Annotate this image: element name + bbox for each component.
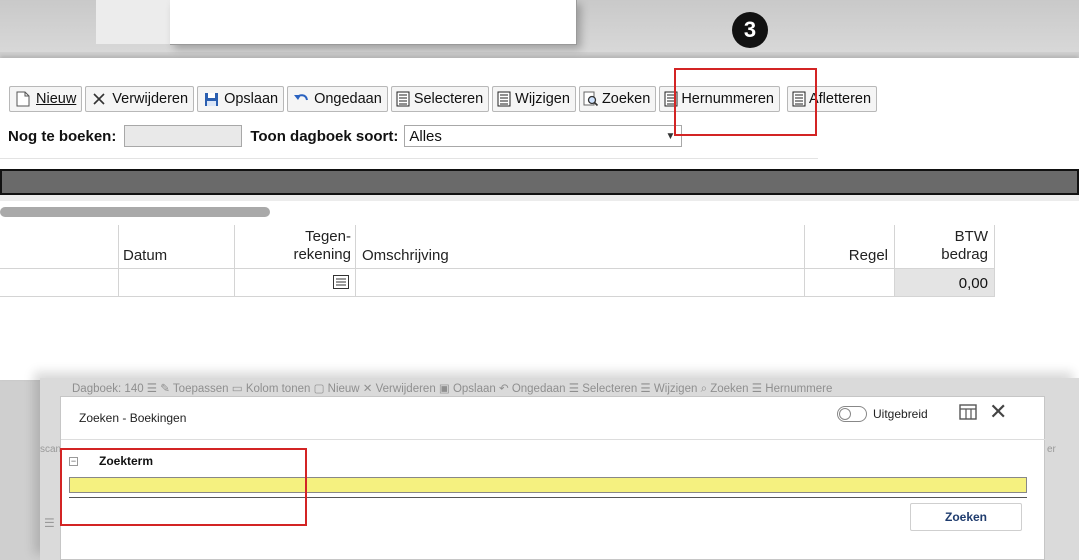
lookup-list-icon[interactable] bbox=[333, 275, 349, 293]
save-button[interactable]: Opslaan bbox=[197, 86, 285, 112]
search-button-label: Zoeken bbox=[601, 91, 651, 107]
save-disk-icon bbox=[203, 91, 219, 107]
delete-x-icon bbox=[91, 91, 107, 107]
dagboek-soort-select[interactable]: Alles ▼ bbox=[404, 125, 683, 147]
grid-cell-regel[interactable] bbox=[805, 269, 895, 297]
new-document-icon bbox=[15, 91, 31, 107]
save-button-label: Opslaan bbox=[224, 91, 279, 107]
toggle-knob bbox=[839, 408, 851, 420]
grid-cell[interactable] bbox=[0, 269, 119, 297]
grid-header-btw-bedrag[interactable]: BTW bedrag bbox=[895, 225, 995, 269]
grid-band bbox=[0, 195, 1079, 201]
list-icon bbox=[496, 91, 512, 107]
list-icon bbox=[395, 91, 411, 107]
grid-cell-omschrijving[interactable] bbox=[356, 269, 805, 297]
grid-cell-datum[interactable] bbox=[119, 269, 235, 297]
extended-toggle[interactable] bbox=[837, 406, 867, 422]
grid-cell-tegenrekening[interactable] bbox=[235, 269, 356, 297]
step-badge: 3 bbox=[732, 12, 768, 48]
dagboek-soort-value: Alles bbox=[409, 127, 442, 145]
grid-header-regel[interactable]: Regel bbox=[805, 225, 895, 269]
search-magnifier-icon bbox=[583, 91, 599, 107]
panel-layout-icon[interactable] bbox=[959, 404, 977, 423]
dialog-divider bbox=[61, 439, 1046, 440]
highlight-zoeken-button bbox=[674, 68, 817, 136]
background-side-text-right: er bbox=[1047, 444, 1056, 455]
select-button[interactable]: Selecteren bbox=[390, 86, 490, 112]
highlight-zoekterm bbox=[60, 448, 307, 526]
divider bbox=[0, 158, 818, 159]
undo-icon bbox=[293, 91, 309, 107]
background-list-icon: ☰ bbox=[44, 516, 55, 530]
dialog-search-button[interactable]: Zoeken bbox=[910, 503, 1022, 531]
background-window bbox=[170, 0, 577, 45]
edit-button[interactable]: Wijzigen bbox=[492, 86, 576, 112]
search-button[interactable]: Zoeken bbox=[578, 86, 657, 112]
undo-button[interactable]: Ongedaan bbox=[287, 86, 388, 112]
reconcile-button-label: Afletteren bbox=[808, 91, 872, 107]
new-button[interactable]: Nieuw bbox=[9, 86, 83, 112]
background-side-text: scan bbox=[40, 444, 62, 455]
toon-dagboek-label: Toon dagboek soort: bbox=[250, 127, 399, 145]
filter-row: Nog te boeken: Toon dagboek soort: Alles… bbox=[8, 124, 683, 148]
nog-te-boeken-label: Nog te boeken: bbox=[8, 127, 117, 145]
close-icon[interactable]: ✕ bbox=[989, 401, 1007, 423]
horizontal-scrollbar[interactable] bbox=[0, 207, 270, 217]
background-window-sidebar bbox=[96, 0, 170, 44]
extended-toggle-label: Uitgebreid bbox=[873, 407, 928, 421]
edit-button-label: Wijzigen bbox=[515, 91, 570, 107]
dialog-title: Zoeken - Boekingen bbox=[79, 411, 187, 425]
grid-header-tegenrekening[interactable]: Tegen- rekening bbox=[235, 225, 356, 269]
grid-header-blank bbox=[0, 225, 119, 269]
grid-header-omschrijving[interactable]: Omschrijving bbox=[356, 225, 805, 269]
select-button-label: Selecteren bbox=[413, 91, 484, 107]
delete-button[interactable]: Verwijderen bbox=[85, 86, 195, 112]
new-button-label: Nieuw bbox=[36, 91, 77, 107]
grid-header-datum[interactable]: Datum bbox=[119, 225, 235, 269]
grid-header-bar bbox=[0, 169, 1079, 195]
grid-cell-btw-bedrag: 0,00 bbox=[895, 269, 995, 297]
undo-button-label: Ongedaan bbox=[314, 91, 382, 107]
nog-te-boeken-field bbox=[124, 125, 243, 147]
delete-button-label: Verwijderen bbox=[112, 91, 189, 107]
